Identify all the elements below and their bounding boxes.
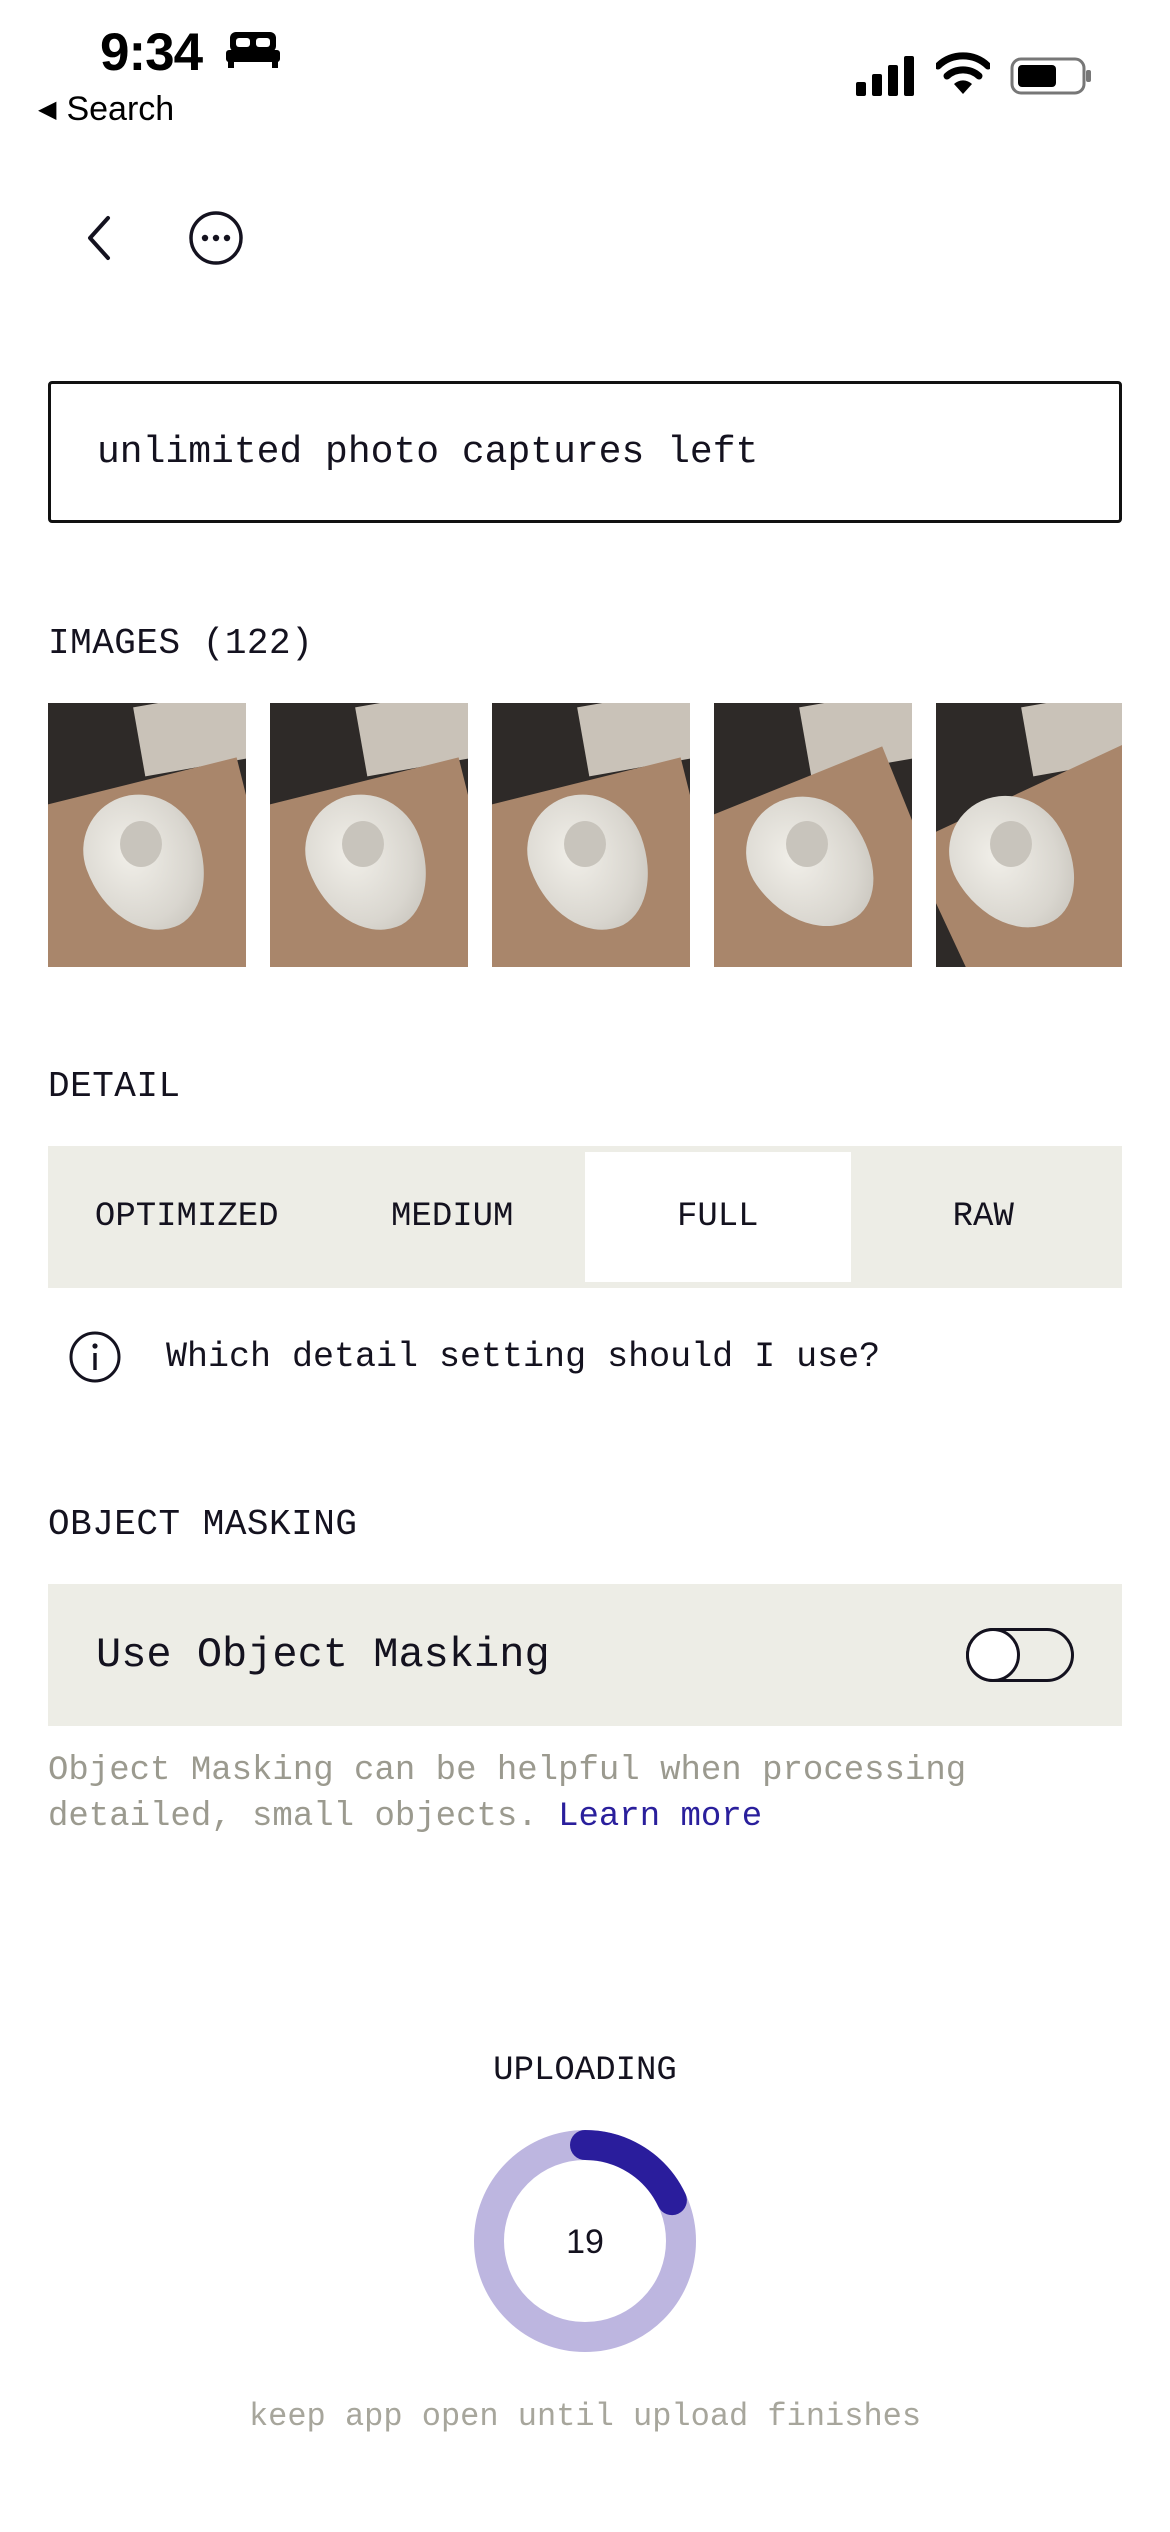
image-thumbnail[interactable] [48, 703, 246, 967]
upload-count: 19 [566, 2223, 604, 2261]
status-time: 9:34 [100, 23, 203, 82]
bed-icon [226, 32, 280, 68]
object-masking-row: Use Object Masking [48, 1584, 1122, 1726]
detail-option-full[interactable]: FULL [585, 1152, 851, 1282]
chevron-left-icon[interactable] [78, 210, 118, 266]
images-section-label: IMAGES (122) [48, 623, 314, 664]
object-masking-section-label: OBJECT MASKING [48, 1504, 358, 1545]
back-triangle-icon: ◀ [38, 96, 57, 123]
image-thumbnail-strip[interactable] [48, 703, 1122, 967]
learn-more-link[interactable]: Learn more [558, 1798, 762, 1836]
detail-option-medium[interactable]: MEDIUM [320, 1152, 586, 1282]
cellular-signal-icon [856, 56, 914, 96]
battery-icon [1010, 57, 1091, 95]
upload-progress-ring: 19 [474, 2130, 696, 2352]
object-masking-toggle[interactable] [966, 1628, 1074, 1682]
uploading-label: UPLOADING [493, 2052, 677, 2090]
back-app-label: Search [66, 90, 175, 128]
captures-remaining-text: unlimited photo captures left [97, 430, 759, 474]
detail-section-label: DETAIL [48, 1066, 181, 1107]
detail-help-link[interactable]: Which detail setting should I use? [68, 1330, 880, 1384]
object-masking-toggle-label: Use Object Masking [96, 1631, 550, 1679]
more-options-icon[interactable] [188, 210, 244, 266]
detail-help-text: Which detail setting should I use? [166, 1337, 881, 1377]
keep-app-open-note: keep app open until upload finishes [248, 2398, 922, 2435]
back-to-app-link[interactable]: ◀ Search [38, 90, 174, 129]
image-thumbnail[interactable] [714, 703, 912, 967]
detail-segmented-control: OPTIMIZED MEDIUM FULL RAW [48, 1146, 1122, 1288]
object-masking-description-text: Object Masking can be helpful when proce… [48, 1752, 967, 1836]
object-masking-description: Object Masking can be helpful when proce… [48, 1748, 1122, 1840]
image-thumbnail[interactable] [270, 703, 468, 967]
image-thumbnail[interactable] [492, 703, 690, 967]
detail-option-raw[interactable]: RAW [851, 1152, 1117, 1282]
image-thumbnail[interactable] [936, 703, 1122, 967]
info-icon [69, 1331, 121, 1383]
detail-option-optimized[interactable]: OPTIMIZED [54, 1152, 320, 1282]
captures-remaining-banner: unlimited photo captures left [48, 381, 1122, 523]
toggle-knob [966, 1628, 1020, 1682]
wifi-icon [936, 52, 990, 94]
